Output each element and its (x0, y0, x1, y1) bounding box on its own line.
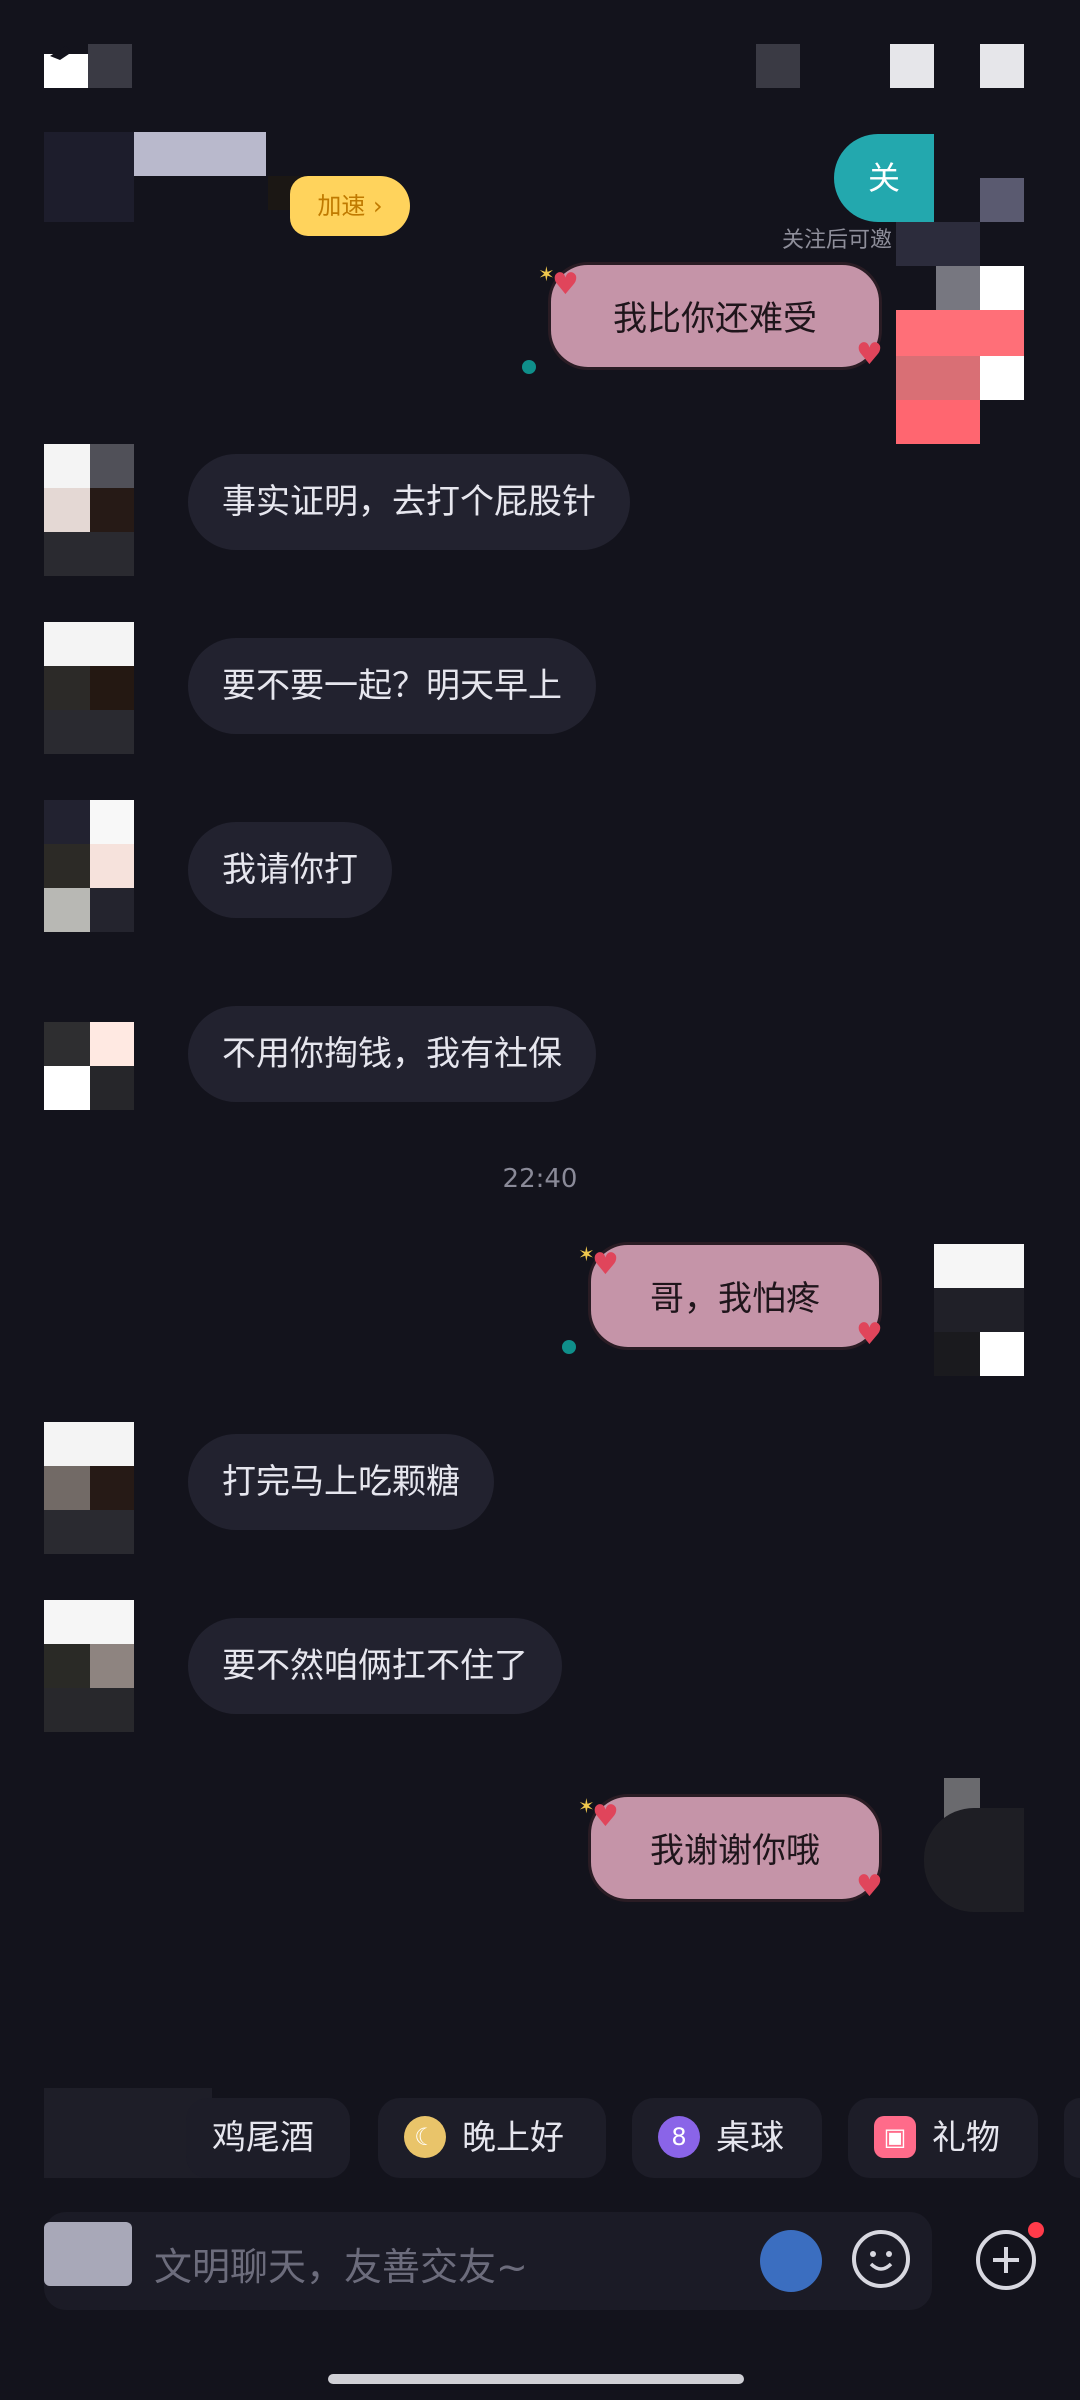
avatar[interactable] (44, 1022, 90, 1066)
avatar (90, 1466, 134, 1510)
avatar (44, 710, 134, 754)
avatar (90, 666, 134, 710)
avatar (44, 1066, 90, 1110)
avatar (44, 844, 90, 888)
avatar (90, 488, 134, 532)
avatar[interactable] (44, 1422, 134, 1466)
my-avatar (934, 1332, 980, 1376)
mosaic-block (980, 178, 1024, 222)
outgoing-message-bubble[interactable]: 我谢谢你哦 (588, 1794, 882, 1902)
chip-more[interactable] (1064, 2098, 1080, 2178)
avatar (90, 888, 134, 932)
heart-icon: ♥ (592, 1247, 619, 1282)
read-status-dot (522, 360, 536, 374)
mosaic-block (896, 310, 1024, 356)
mosaic-block (980, 266, 1024, 310)
mosaic-block (896, 222, 980, 266)
moon-icon: ☾ (404, 2115, 446, 2158)
avatar (44, 488, 90, 532)
my-avatar (934, 1288, 1024, 1332)
chip-good-evening[interactable]: ☾ 晚上好 (378, 2098, 606, 2178)
chip-gift[interactable]: ▣ 礼物 (848, 2098, 1038, 2178)
follow-button[interactable]: 关 (834, 134, 934, 222)
back-icon[interactable] (44, 44, 88, 88)
profile-avatar-mosaic (44, 132, 134, 222)
heart-icon: ♥ (856, 1317, 883, 1352)
voice-toggle-icon[interactable] (44, 2222, 132, 2286)
follow-hint: 关注后可邀 (782, 228, 893, 253)
heart-icon: ♥ (592, 1799, 619, 1834)
notification-dot (1028, 2222, 1044, 2238)
avatar (44, 1644, 90, 1688)
heart-icon: ♥ (856, 337, 883, 372)
mosaic-block (936, 266, 980, 310)
incoming-message-bubble[interactable]: 事实证明，去打个屁股针 (188, 454, 630, 550)
avatar (44, 888, 90, 932)
incoming-message-bubble[interactable]: 要不然咱俩扛不住了 (188, 1618, 562, 1714)
outgoing-message-bubble[interactable]: 哥，我怕疼 (588, 1242, 882, 1350)
heart-icon: ♥ (856, 1869, 883, 1904)
emoji-icon[interactable] (852, 2230, 910, 2288)
avatar (44, 666, 90, 710)
my-avatar[interactable] (934, 1244, 1024, 1288)
my-avatar (924, 1808, 1024, 1912)
heart-icon: ♥ (552, 267, 579, 302)
billiard-ball-icon: 8 (658, 2115, 700, 2158)
more-icon[interactable] (980, 44, 1024, 88)
avatar (90, 1066, 134, 1110)
my-avatar (980, 1332, 1024, 1376)
avatar (44, 1510, 134, 1554)
avatar (90, 844, 134, 888)
avatar[interactable] (44, 444, 90, 488)
avatar (90, 1022, 134, 1066)
incoming-message-bubble[interactable]: 我请你打 (188, 822, 392, 918)
header-icon-placeholder[interactable] (890, 44, 934, 88)
mosaic-block (896, 356, 980, 400)
mosaic-block (980, 356, 1024, 400)
avatar (44, 532, 134, 576)
ai-assistant-icon[interactable] (760, 2230, 822, 2292)
avatar[interactable] (44, 800, 90, 844)
home-indicator[interactable] (328, 2374, 744, 2384)
chip-billiards[interactable]: 8 桌球 (632, 2098, 822, 2178)
profile-name-mosaic (134, 132, 266, 176)
outgoing-message-bubble[interactable]: 我比你还难受 (548, 262, 882, 370)
avatar (90, 1644, 134, 1688)
message-timestamp: 22:40 (502, 1164, 578, 1194)
gift-icon: ▣ (874, 2115, 916, 2158)
chip-cocktail[interactable]: 鸡尾酒 (186, 2098, 350, 2178)
speed-badge[interactable]: 加速 › (290, 176, 410, 236)
avatar[interactable] (44, 622, 134, 666)
message-input[interactable]: 文明聊天，友善交友~ (154, 2236, 528, 2291)
avatar (44, 1688, 134, 1732)
avatar (44, 1466, 90, 1510)
avatar (90, 800, 134, 844)
plus-icon[interactable] (976, 2230, 1036, 2290)
mosaic-block (896, 400, 980, 444)
header-icon-placeholder[interactable] (756, 44, 800, 88)
read-status-dot (562, 1340, 576, 1354)
incoming-message-bubble[interactable]: 要不要一起？明天早上 (188, 638, 596, 734)
avatar (90, 444, 134, 488)
incoming-message-bubble[interactable]: 不用你掏钱，我有社保 (188, 1006, 596, 1102)
header-avatar-mosaic (88, 44, 132, 88)
incoming-message-bubble[interactable]: 打完马上吃颗糖 (188, 1434, 494, 1530)
avatar[interactable] (44, 1600, 134, 1644)
